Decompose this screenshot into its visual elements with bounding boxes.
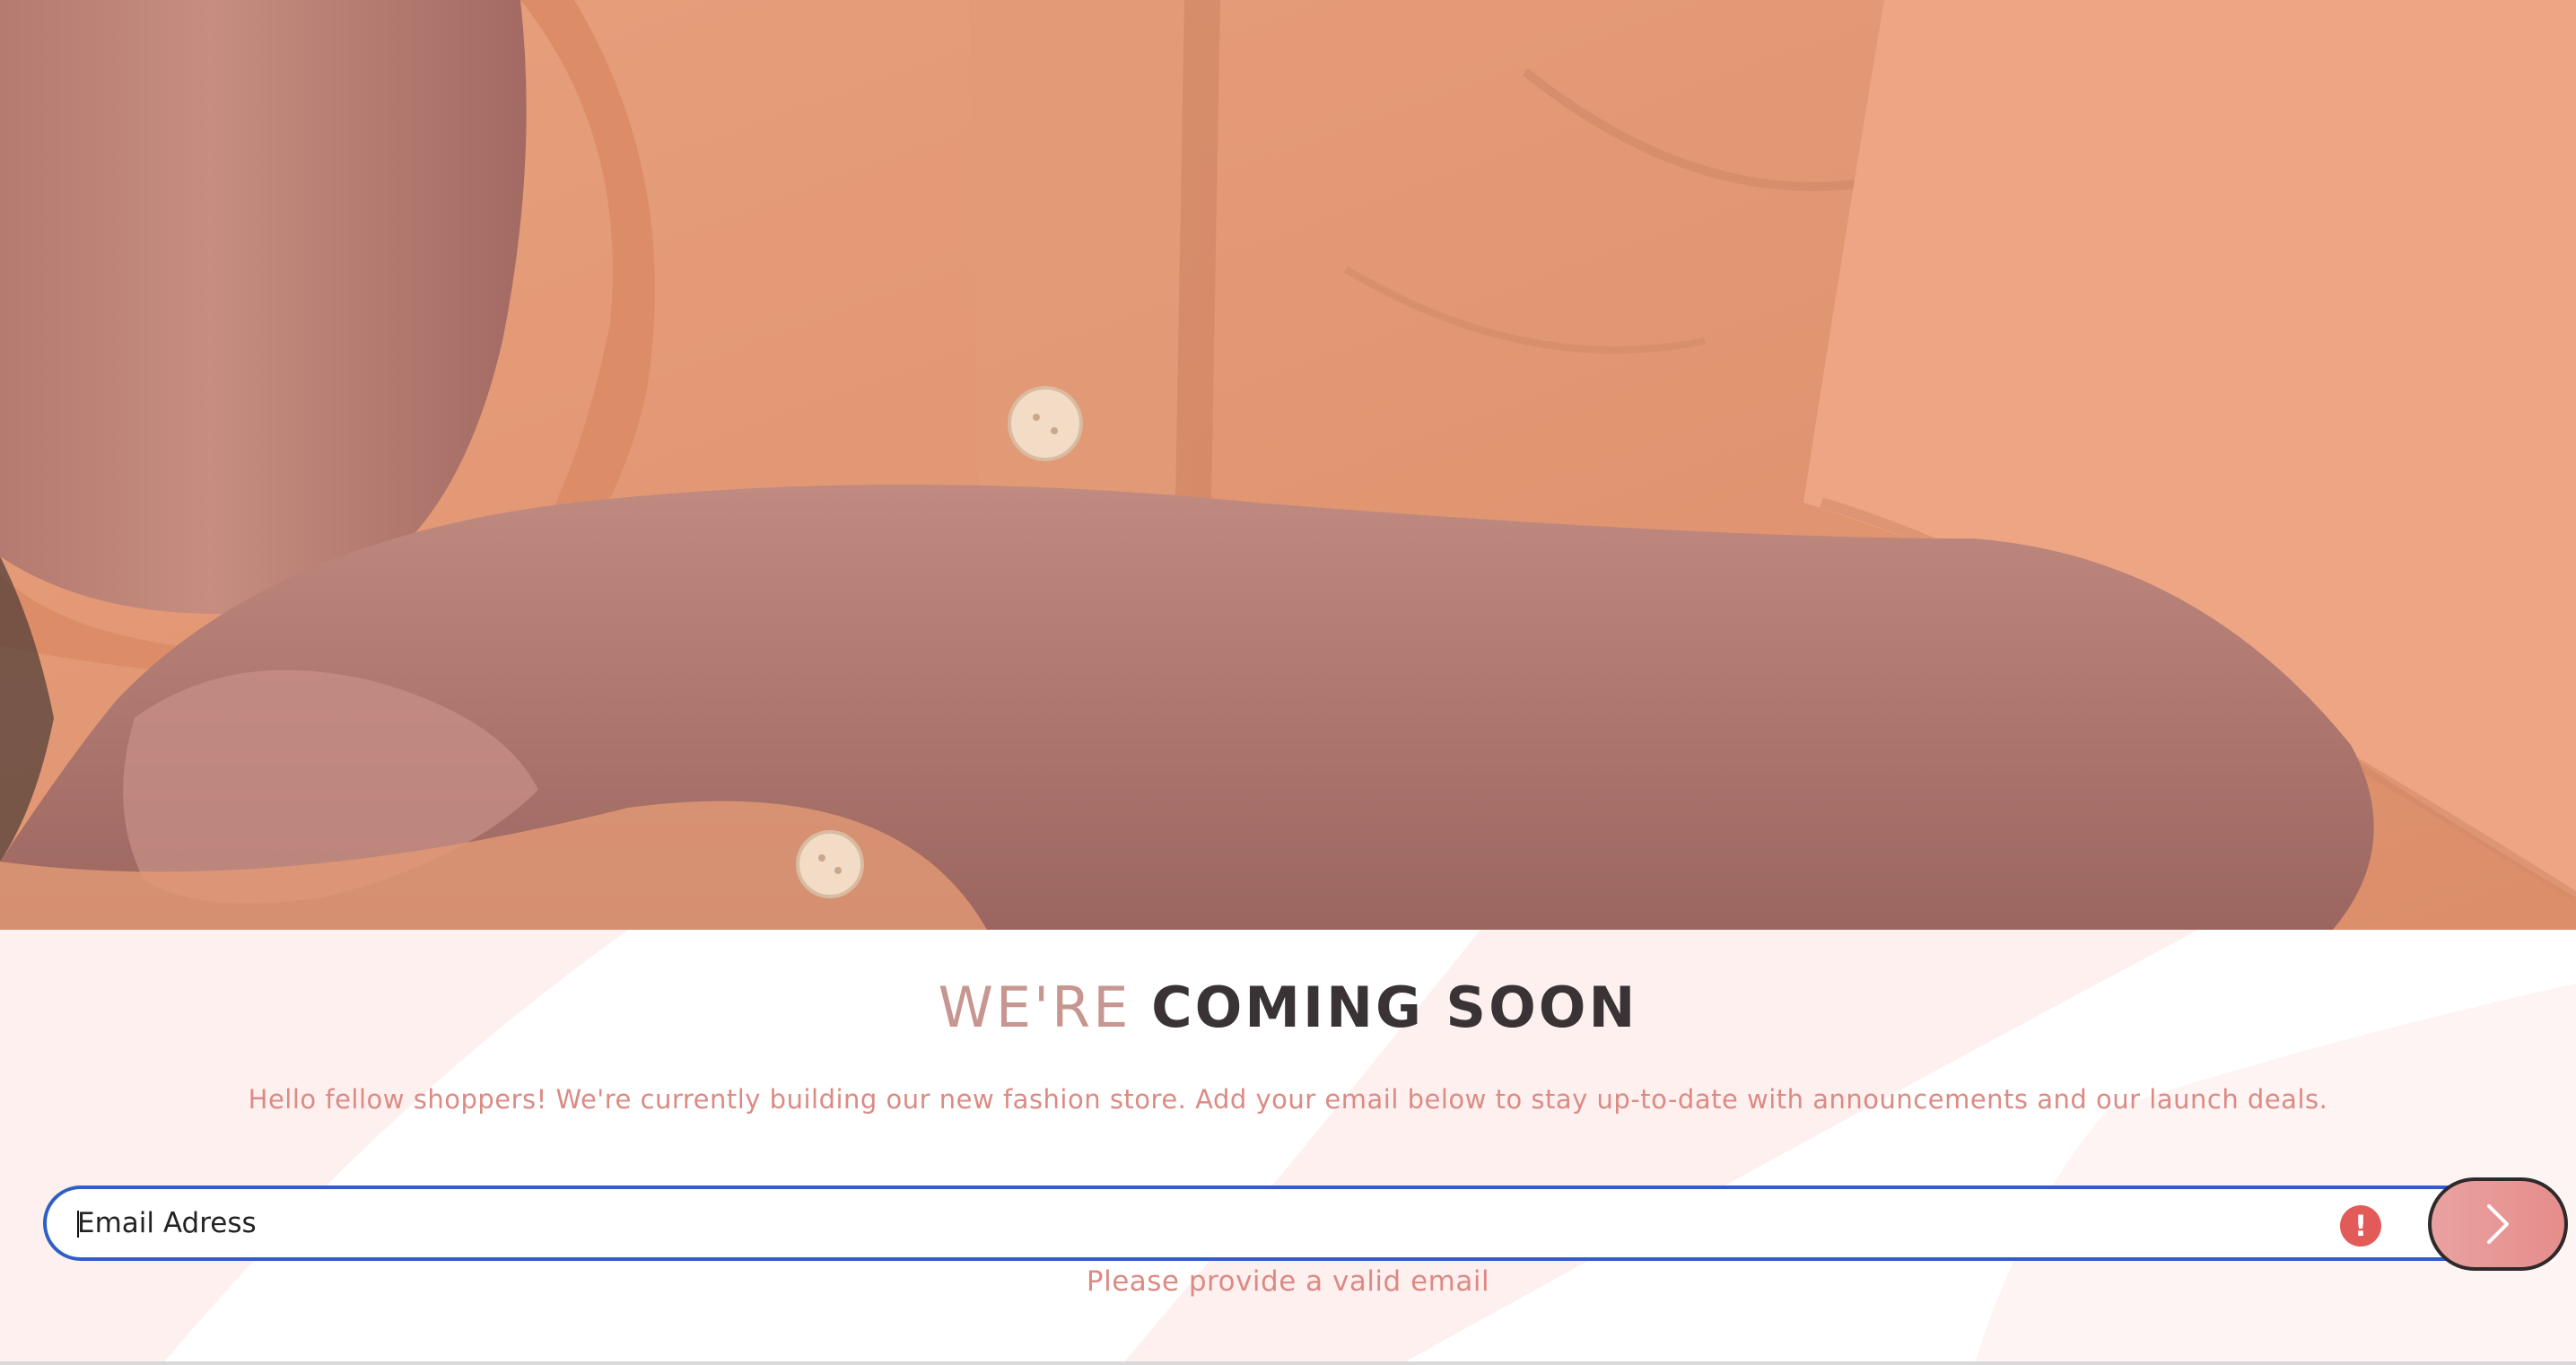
chevron-right-icon — [2487, 1204, 2509, 1244]
page-title-bold: COMING SOON — [1151, 975, 1638, 1040]
text-caret — [77, 1211, 79, 1238]
email-signup-form: ! — [43, 1177, 2568, 1271]
shirt-button — [796, 830, 864, 898]
coming-soon-page: WE'RE COMING SOON Hello fellow shoppers!… — [0, 0, 2576, 1365]
email-field-wrapper: ! — [43, 1186, 2500, 1261]
page-bottom-divider — [0, 1361, 2576, 1365]
hero-illustration — [0, 0, 2576, 930]
page-title: WE'RE COMING SOON — [0, 980, 2576, 1036]
shirt-button — [1008, 386, 1083, 461]
submit-button[interactable] — [2428, 1177, 2568, 1271]
email-field[interactable] — [74, 1189, 2338, 1257]
intro-text: Hello fellow shoppers! We're currently b… — [248, 1084, 2328, 1115]
hero-photo — [0, 0, 2576, 930]
exclamation-icon: ! — [2340, 1205, 2381, 1247]
validation-error-message: Please provide a valid email — [1086, 1265, 1490, 1298]
signup-section: WE'RE COMING SOON Hello fellow shoppers!… — [0, 930, 2576, 1365]
page-title-light: WE'RE — [938, 975, 1131, 1040]
